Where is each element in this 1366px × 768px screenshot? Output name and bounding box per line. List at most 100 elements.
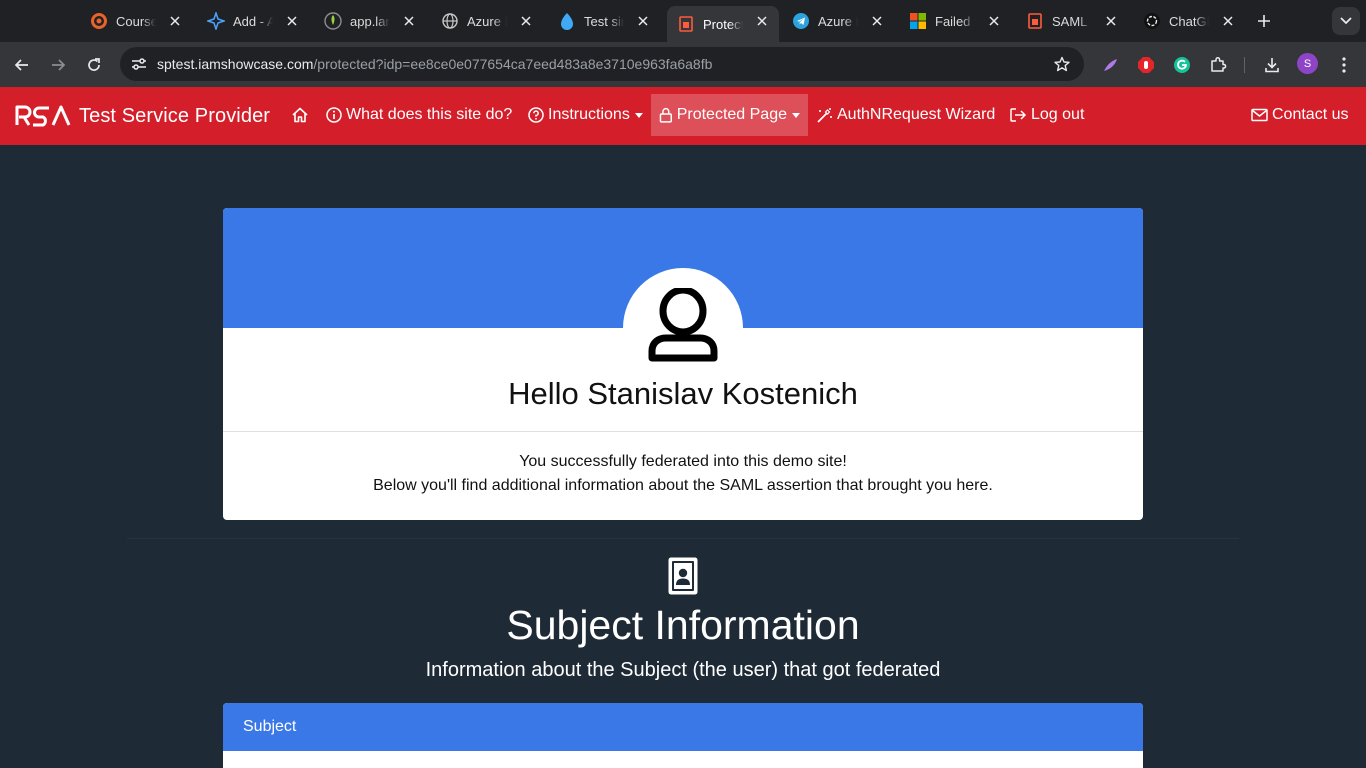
chatgpt-icon <box>1143 12 1161 30</box>
divider <box>223 431 1143 432</box>
logout-icon <box>1010 108 1027 122</box>
section-subtitle: Information about the Subject (the user)… <box>425 659 941 681</box>
federation-line-2: Below you'll find additional information… <box>373 477 993 494</box>
hello-card: Hello Stanislav Kostenich You successful… <box>223 208 1143 520</box>
tab-title: Azure Id <box>467 13 507 29</box>
browser-tab[interactable]: Test sing <box>548 6 660 36</box>
sparkle-icon <box>207 12 225 30</box>
close-tab-icon[interactable] <box>400 12 418 30</box>
rocket-icon <box>324 12 342 30</box>
tab-title: SAML 2 <box>1052 13 1092 29</box>
close-tab-icon[interactable] <box>985 12 1003 30</box>
brand-link[interactable]: Test Service Provider <box>15 102 270 130</box>
url-path: /protected?idp=ee8ce0e077654ca7eed483a8e… <box>313 56 713 72</box>
nav-label: Protected Page <box>676 106 787 123</box>
rsa-icon <box>677 15 695 33</box>
grammarly-extension-icon[interactable] <box>1168 51 1196 79</box>
browser-tab[interactable]: Course | <box>80 6 192 36</box>
browser-tab[interactable]: SAML 2 <box>1016 6 1128 36</box>
close-tab-icon[interactable] <box>517 12 535 30</box>
browser-tab[interactable]: app.lanc <box>314 6 426 36</box>
nav-instructions[interactable]: Instructions <box>520 94 651 136</box>
rsa-icon <box>1026 12 1044 30</box>
bookmark-star-icon[interactable] <box>1052 54 1072 74</box>
avatar <box>623 268 743 388</box>
browser-tab-active[interactable]: Protecte <box>667 6 779 42</box>
tab-title: ChatGP <box>1169 13 1209 29</box>
subject-card: Subject <box>223 703 1143 768</box>
tab-title: Add - AI <box>233 13 273 29</box>
brand-name: Test Service Provider <box>79 104 271 127</box>
browser-tab[interactable]: Add - AI <box>197 6 309 36</box>
info-icon <box>326 107 342 123</box>
nav-protected-page[interactable]: Protected Page <box>651 94 808 136</box>
nav-log-out[interactable]: Log out <box>1001 94 1092 136</box>
nav-authnrequest-wizard[interactable]: AuthNRequest Wizard <box>808 94 1003 136</box>
question-icon <box>528 107 544 123</box>
address-bar[interactable]: sptest.iamshowcase.com/protected?idp=ee8… <box>120 47 1084 81</box>
browser-tab[interactable]: Azure D <box>782 6 894 36</box>
drop-icon <box>558 12 576 30</box>
subject-card-header: Subject <box>223 703 1143 751</box>
reload-icon[interactable] <box>80 51 108 79</box>
tab-search-button[interactable] <box>1332 7 1360 35</box>
close-tab-icon[interactable] <box>753 12 771 30</box>
telegram-icon <box>792 12 810 30</box>
tab-title: Test sing <box>584 13 624 29</box>
nav-home[interactable] <box>283 94 321 136</box>
new-tab-button[interactable] <box>1254 11 1274 31</box>
nav-what-does-this-site-do[interactable]: What does this site do? <box>318 94 520 136</box>
browser-menu-icon[interactable] <box>1330 51 1358 79</box>
federation-line-1: You successfully federated into this dem… <box>519 453 847 470</box>
nav-label: Instructions <box>548 106 630 123</box>
nav-label: Log out <box>1031 106 1085 123</box>
close-tab-icon[interactable] <box>283 12 301 30</box>
tab-title: Azure D <box>818 13 858 29</box>
home-icon <box>292 107 308 123</box>
nav-contact-us[interactable]: Contact us <box>1243 94 1356 136</box>
tab-title: Course | <box>116 13 156 29</box>
url-text[interactable]: sptest.iamshowcase.com/protected?idp=ee8… <box>157 56 712 72</box>
forward-icon[interactable] <box>44 51 72 79</box>
tab-title: Protecte <box>703 16 743 32</box>
download-icon[interactable] <box>1258 51 1286 79</box>
extensions-puzzle-icon[interactable] <box>1204 51 1232 79</box>
microsoft-icon <box>909 12 927 30</box>
greeting-heading: Hello Stanislav Kostenich <box>508 376 858 411</box>
browser-tab[interactable]: Azure Id <box>431 6 543 36</box>
rsa-logo <box>15 105 71 127</box>
close-tab-icon[interactable] <box>1102 12 1120 30</box>
close-tab-icon[interactable] <box>634 12 652 30</box>
chevron-down-icon <box>634 112 643 118</box>
nav-label: Contact us <box>1272 106 1349 123</box>
id-card-icon <box>668 557 698 595</box>
user-icon <box>648 288 718 362</box>
browser-tab[interactable]: ChatGP <box>1133 6 1245 36</box>
url-host: sptest.iamshowcase.com <box>157 56 314 72</box>
browser-tab[interactable]: Failed to <box>899 6 1011 36</box>
nav-label: What does this site do? <box>346 106 513 123</box>
lock-icon <box>659 107 672 123</box>
course-icon <box>90 12 108 30</box>
site-info-icon[interactable] <box>126 51 152 77</box>
close-tab-icon[interactable] <box>1219 12 1237 30</box>
federation-message: You successfully federated into this dem… <box>223 450 1143 498</box>
adblock-extension-icon[interactable] <box>1132 51 1160 79</box>
magic-wand-icon <box>817 107 832 123</box>
tab-title: app.lanc <box>350 13 390 29</box>
envelope-icon <box>1251 108 1268 122</box>
close-tab-icon[interactable] <box>868 12 886 30</box>
chevron-down-icon <box>792 112 800 118</box>
nav-label: AuthNRequest Wizard <box>837 106 996 123</box>
close-tab-icon[interactable] <box>166 12 184 30</box>
site-navbar: Test Service Provider What does this sit… <box>0 87 1366 145</box>
browser-toolbar: sptest.iamshowcase.com/protected?idp=ee8… <box>0 42 1366 87</box>
feather-extension-icon[interactable] <box>1096 51 1124 79</box>
browser-tab-strip: Course | Add - AI app.lanc Azure Id Test… <box>0 0 1366 42</box>
back-icon[interactable] <box>8 51 36 79</box>
globe-icon <box>441 12 459 30</box>
toolbar-separator <box>1244 57 1245 73</box>
section-title: Subject Information <box>506 602 860 648</box>
section-divider <box>127 538 1239 539</box>
profile-avatar[interactable]: S <box>1297 53 1318 74</box>
